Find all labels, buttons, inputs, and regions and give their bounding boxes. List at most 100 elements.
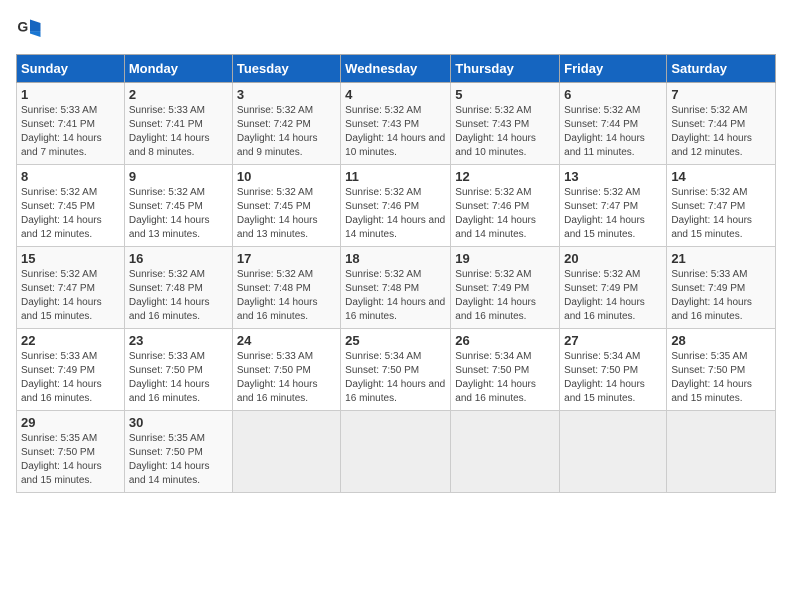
calendar-cell: 10 Sunrise: 5:32 AM Sunset: 7:45 PM Dayl… (232, 165, 340, 247)
calendar-cell: 14 Sunrise: 5:32 AM Sunset: 7:47 PM Dayl… (667, 165, 776, 247)
calendar-cell: 2 Sunrise: 5:33 AM Sunset: 7:41 PM Dayli… (124, 83, 232, 165)
day-number: 24 (237, 333, 336, 348)
day-number: 4 (345, 87, 446, 102)
day-info: Sunrise: 5:32 AM Sunset: 7:43 PM Dayligh… (345, 104, 446, 160)
day-number: 25 (345, 333, 446, 348)
calendar-cell: 1 Sunrise: 5:33 AM Sunset: 7:41 PM Dayli… (17, 83, 125, 165)
day-number: 29 (21, 415, 120, 430)
day-info: Sunrise: 5:34 AM Sunset: 7:50 PM Dayligh… (455, 350, 555, 406)
day-info: Sunrise: 5:32 AM Sunset: 7:48 PM Dayligh… (129, 268, 228, 324)
day-info: Sunrise: 5:33 AM Sunset: 7:50 PM Dayligh… (129, 350, 228, 406)
day-info: Sunrise: 5:32 AM Sunset: 7:48 PM Dayligh… (237, 268, 336, 324)
day-info: Sunrise: 5:35 AM Sunset: 7:50 PM Dayligh… (129, 432, 228, 488)
day-number: 16 (129, 251, 228, 266)
day-info: Sunrise: 5:32 AM Sunset: 7:46 PM Dayligh… (455, 186, 555, 242)
calendar-cell: 16 Sunrise: 5:32 AM Sunset: 7:48 PM Dayl… (124, 247, 232, 329)
day-number: 19 (455, 251, 555, 266)
day-info: Sunrise: 5:33 AM Sunset: 7:41 PM Dayligh… (21, 104, 120, 160)
calendar-cell: 18 Sunrise: 5:32 AM Sunset: 7:48 PM Dayl… (341, 247, 451, 329)
calendar-cell: 26 Sunrise: 5:34 AM Sunset: 7:50 PM Dayl… (451, 329, 560, 411)
calendar-cell: 30 Sunrise: 5:35 AM Sunset: 7:50 PM Dayl… (124, 411, 232, 493)
day-info: Sunrise: 5:35 AM Sunset: 7:50 PM Dayligh… (671, 350, 771, 406)
day-number: 13 (564, 169, 662, 184)
day-number: 11 (345, 169, 446, 184)
calendar-cell: 7 Sunrise: 5:32 AM Sunset: 7:44 PM Dayli… (667, 83, 776, 165)
logo-icon: G (16, 16, 44, 44)
calendar-cell: 15 Sunrise: 5:32 AM Sunset: 7:47 PM Dayl… (17, 247, 125, 329)
day-info: Sunrise: 5:33 AM Sunset: 7:49 PM Dayligh… (21, 350, 120, 406)
page-header: G (16, 16, 776, 44)
day-info: Sunrise: 5:32 AM Sunset: 7:44 PM Dayligh… (671, 104, 771, 160)
calendar-cell: 5 Sunrise: 5:32 AM Sunset: 7:43 PM Dayli… (451, 83, 560, 165)
day-number: 22 (21, 333, 120, 348)
day-info: Sunrise: 5:32 AM Sunset: 7:46 PM Dayligh… (345, 186, 446, 242)
day-info: Sunrise: 5:32 AM Sunset: 7:45 PM Dayligh… (21, 186, 120, 242)
day-number: 28 (671, 333, 771, 348)
day-info: Sunrise: 5:32 AM Sunset: 7:47 PM Dayligh… (671, 186, 771, 242)
day-number: 20 (564, 251, 662, 266)
calendar-cell: 21 Sunrise: 5:33 AM Sunset: 7:49 PM Dayl… (667, 247, 776, 329)
day-header-monday: Monday (124, 55, 232, 83)
calendar-week-row: 1 Sunrise: 5:33 AM Sunset: 7:41 PM Dayli… (17, 83, 776, 165)
day-number: 3 (237, 87, 336, 102)
calendar-cell (451, 411, 560, 493)
svg-text:G: G (17, 18, 28, 34)
day-number: 17 (237, 251, 336, 266)
day-number: 12 (455, 169, 555, 184)
day-header-thursday: Thursday (451, 55, 560, 83)
day-header-tuesday: Tuesday (232, 55, 340, 83)
calendar-cell: 19 Sunrise: 5:32 AM Sunset: 7:49 PM Dayl… (451, 247, 560, 329)
calendar-cell: 24 Sunrise: 5:33 AM Sunset: 7:50 PM Dayl… (232, 329, 340, 411)
calendar-cell (341, 411, 451, 493)
day-info: Sunrise: 5:32 AM Sunset: 7:45 PM Dayligh… (237, 186, 336, 242)
calendar-cell: 29 Sunrise: 5:35 AM Sunset: 7:50 PM Dayl… (17, 411, 125, 493)
day-header-friday: Friday (560, 55, 667, 83)
calendar-week-row: 8 Sunrise: 5:32 AM Sunset: 7:45 PM Dayli… (17, 165, 776, 247)
day-number: 27 (564, 333, 662, 348)
day-number: 26 (455, 333, 555, 348)
day-info: Sunrise: 5:34 AM Sunset: 7:50 PM Dayligh… (564, 350, 662, 406)
day-number: 14 (671, 169, 771, 184)
day-number: 9 (129, 169, 228, 184)
calendar-cell: 25 Sunrise: 5:34 AM Sunset: 7:50 PM Dayl… (341, 329, 451, 411)
calendar-cell: 11 Sunrise: 5:32 AM Sunset: 7:46 PM Dayl… (341, 165, 451, 247)
day-number: 6 (564, 87, 662, 102)
day-info: Sunrise: 5:32 AM Sunset: 7:44 PM Dayligh… (564, 104, 662, 160)
day-info: Sunrise: 5:33 AM Sunset: 7:49 PM Dayligh… (671, 268, 771, 324)
day-info: Sunrise: 5:32 AM Sunset: 7:45 PM Dayligh… (129, 186, 228, 242)
day-header-saturday: Saturday (667, 55, 776, 83)
calendar-header-row: SundayMondayTuesdayWednesdayThursdayFrid… (17, 55, 776, 83)
calendar-cell: 27 Sunrise: 5:34 AM Sunset: 7:50 PM Dayl… (560, 329, 667, 411)
day-info: Sunrise: 5:35 AM Sunset: 7:50 PM Dayligh… (21, 432, 120, 488)
day-header-wednesday: Wednesday (341, 55, 451, 83)
day-number: 21 (671, 251, 771, 266)
calendar-cell: 23 Sunrise: 5:33 AM Sunset: 7:50 PM Dayl… (124, 329, 232, 411)
calendar-week-row: 22 Sunrise: 5:33 AM Sunset: 7:49 PM Dayl… (17, 329, 776, 411)
day-number: 7 (671, 87, 771, 102)
day-info: Sunrise: 5:32 AM Sunset: 7:49 PM Dayligh… (564, 268, 662, 324)
calendar-cell: 3 Sunrise: 5:32 AM Sunset: 7:42 PM Dayli… (232, 83, 340, 165)
calendar-cell: 9 Sunrise: 5:32 AM Sunset: 7:45 PM Dayli… (124, 165, 232, 247)
day-info: Sunrise: 5:34 AM Sunset: 7:50 PM Dayligh… (345, 350, 446, 406)
day-info: Sunrise: 5:32 AM Sunset: 7:47 PM Dayligh… (21, 268, 120, 324)
day-info: Sunrise: 5:32 AM Sunset: 7:43 PM Dayligh… (455, 104, 555, 160)
calendar-cell (232, 411, 340, 493)
calendar-cell: 12 Sunrise: 5:32 AM Sunset: 7:46 PM Dayl… (451, 165, 560, 247)
day-number: 18 (345, 251, 446, 266)
day-number: 8 (21, 169, 120, 184)
calendar-week-row: 15 Sunrise: 5:32 AM Sunset: 7:47 PM Dayl… (17, 247, 776, 329)
day-info: Sunrise: 5:32 AM Sunset: 7:48 PM Dayligh… (345, 268, 446, 324)
day-header-sunday: Sunday (17, 55, 125, 83)
day-number: 5 (455, 87, 555, 102)
calendar-cell: 13 Sunrise: 5:32 AM Sunset: 7:47 PM Dayl… (560, 165, 667, 247)
calendar-cell: 4 Sunrise: 5:32 AM Sunset: 7:43 PM Dayli… (341, 83, 451, 165)
calendar-cell: 20 Sunrise: 5:32 AM Sunset: 7:49 PM Dayl… (560, 247, 667, 329)
calendar-cell: 8 Sunrise: 5:32 AM Sunset: 7:45 PM Dayli… (17, 165, 125, 247)
day-info: Sunrise: 5:33 AM Sunset: 7:41 PM Dayligh… (129, 104, 228, 160)
calendar-cell (667, 411, 776, 493)
calendar-cell: 22 Sunrise: 5:33 AM Sunset: 7:49 PM Dayl… (17, 329, 125, 411)
day-number: 15 (21, 251, 120, 266)
calendar-week-row: 29 Sunrise: 5:35 AM Sunset: 7:50 PM Dayl… (17, 411, 776, 493)
day-number: 10 (237, 169, 336, 184)
day-info: Sunrise: 5:33 AM Sunset: 7:50 PM Dayligh… (237, 350, 336, 406)
